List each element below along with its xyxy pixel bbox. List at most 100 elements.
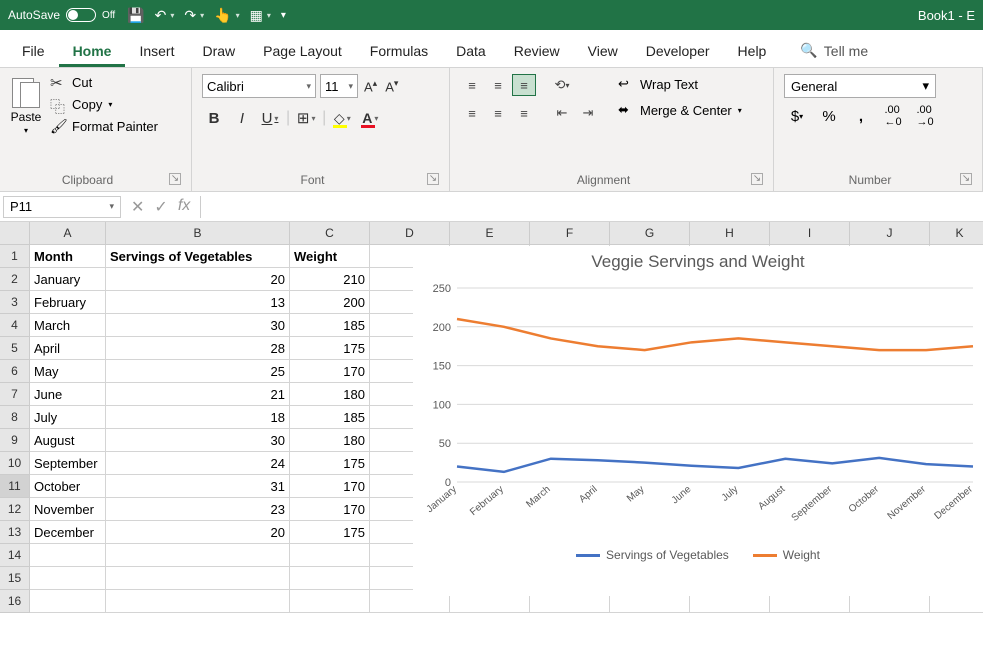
cell[interactable] bbox=[30, 590, 106, 613]
font-color-button[interactable]: ▾ bbox=[358, 106, 382, 130]
cell[interactable]: 170 bbox=[290, 475, 370, 498]
cell[interactable]: 20 bbox=[106, 268, 290, 291]
tab-page-layout[interactable]: Page Layout bbox=[249, 35, 356, 67]
column-header[interactable]: I bbox=[770, 222, 850, 245]
tell-me-search[interactable]: 🔍 Tell me bbox=[786, 34, 882, 67]
column-header[interactable]: G bbox=[610, 222, 690, 245]
column-header[interactable]: B bbox=[106, 222, 290, 245]
cell[interactable]: December bbox=[30, 521, 106, 544]
increase-font-button[interactable]: A▴ bbox=[362, 78, 379, 94]
row-header[interactable]: 3 bbox=[0, 291, 30, 314]
cell[interactable]: January bbox=[30, 268, 106, 291]
paste-button[interactable]: Paste ▾ bbox=[10, 74, 42, 135]
cell[interactable]: May bbox=[30, 360, 106, 383]
align-center-button[interactable]: ≡ bbox=[486, 102, 510, 124]
cell[interactable]: September bbox=[30, 452, 106, 475]
cell[interactable]: 25 bbox=[106, 360, 290, 383]
copy-button[interactable]: Copy ▾ bbox=[50, 96, 158, 112]
cell[interactable] bbox=[106, 544, 290, 567]
align-right-button[interactable]: ≡ bbox=[512, 102, 536, 124]
cell[interactable]: 200 bbox=[290, 291, 370, 314]
row-header[interactable]: 13 bbox=[0, 521, 30, 544]
number-format-combo[interactable]: General▾ bbox=[784, 74, 936, 98]
column-header[interactable]: A bbox=[30, 222, 106, 245]
decrease-indent-button[interactable]: ⇤ bbox=[550, 102, 574, 124]
fx-icon[interactable]: fx bbox=[178, 197, 190, 217]
decrease-decimal-button[interactable]: .00→0 bbox=[912, 104, 938, 128]
cell[interactable]: 21 bbox=[106, 383, 290, 406]
align-bottom-button[interactable]: ≡ bbox=[512, 74, 536, 96]
column-header[interactable]: F bbox=[530, 222, 610, 245]
table-icon[interactable]: ▦ bbox=[250, 7, 263, 24]
cell[interactable]: 18 bbox=[106, 406, 290, 429]
cell[interactable]: 24 bbox=[106, 452, 290, 475]
align-top-button[interactable]: ≡ bbox=[460, 74, 484, 96]
tab-help[interactable]: Help bbox=[724, 35, 781, 67]
cell[interactable]: 20 bbox=[106, 521, 290, 544]
cell[interactable]: 185 bbox=[290, 406, 370, 429]
cell[interactable]: March bbox=[30, 314, 106, 337]
cell[interactable]: 210 bbox=[290, 268, 370, 291]
tab-formulas[interactable]: Formulas bbox=[356, 35, 442, 67]
redo-icon[interactable]: ↷ bbox=[184, 7, 196, 24]
cell[interactable]: 30 bbox=[106, 314, 290, 337]
tab-home[interactable]: Home bbox=[59, 35, 126, 67]
increase-decimal-button[interactable]: .00←0 bbox=[880, 104, 906, 128]
column-header[interactable]: D bbox=[370, 222, 450, 245]
cell[interactable] bbox=[290, 590, 370, 613]
cell[interactable]: 170 bbox=[290, 498, 370, 521]
font-size-combo[interactable]: 11▾ bbox=[320, 74, 358, 98]
cell[interactable]: 175 bbox=[290, 521, 370, 544]
cell[interactable] bbox=[290, 567, 370, 590]
cell[interactable]: 13 bbox=[106, 291, 290, 314]
undo-icon[interactable]: ↶ bbox=[155, 7, 167, 24]
cell[interactable] bbox=[290, 544, 370, 567]
cell[interactable]: February bbox=[30, 291, 106, 314]
row-header[interactable]: 1 bbox=[0, 245, 30, 268]
font-name-combo[interactable]: Calibri▾ bbox=[202, 74, 316, 98]
cell[interactable]: 185 bbox=[290, 314, 370, 337]
cell[interactable]: 175 bbox=[290, 337, 370, 360]
cell[interactable]: June bbox=[30, 383, 106, 406]
tab-data[interactable]: Data bbox=[442, 35, 500, 67]
save-icon[interactable]: 💾 bbox=[127, 7, 144, 24]
formula-input[interactable] bbox=[200, 196, 983, 218]
autosave-switch[interactable] bbox=[66, 8, 96, 22]
cell[interactable]: November bbox=[30, 498, 106, 521]
borders-button[interactable]: ▾ bbox=[294, 106, 318, 130]
orientation-button[interactable]: ⟲▾ bbox=[550, 74, 574, 96]
column-header[interactable]: E bbox=[450, 222, 530, 245]
touch-mode-icon[interactable]: 👆 bbox=[214, 7, 231, 24]
cell[interactable]: Month bbox=[30, 245, 106, 268]
enter-formula-icon[interactable]: ✓ bbox=[154, 197, 167, 217]
cell[interactable] bbox=[30, 567, 106, 590]
cell[interactable]: Weight bbox=[290, 245, 370, 268]
cell[interactable] bbox=[106, 590, 290, 613]
embedded-chart[interactable]: Veggie Servings and Weight 0501001502002… bbox=[413, 246, 983, 596]
row-header[interactable]: 14 bbox=[0, 544, 30, 567]
column-header[interactable]: H bbox=[690, 222, 770, 245]
cell[interactable]: 170 bbox=[290, 360, 370, 383]
cell[interactable]: August bbox=[30, 429, 106, 452]
underline-button[interactable]: U▾ bbox=[258, 106, 282, 130]
row-header[interactable]: 5 bbox=[0, 337, 30, 360]
row-header[interactable]: 7 bbox=[0, 383, 30, 406]
merge-center-button[interactable]: Merge & Center ▾ bbox=[614, 100, 746, 120]
cell[interactable]: October bbox=[30, 475, 106, 498]
row-header[interactable]: 15 bbox=[0, 567, 30, 590]
clipboard-dialog-launcher[interactable]: ↘ bbox=[169, 173, 181, 185]
format-painter-button[interactable]: Format Painter bbox=[50, 118, 158, 134]
percent-format-button[interactable]: % bbox=[816, 104, 842, 128]
cell[interactable] bbox=[106, 567, 290, 590]
tab-review[interactable]: Review bbox=[500, 35, 574, 67]
column-header[interactable]: K bbox=[930, 222, 983, 245]
cell[interactable]: 180 bbox=[290, 383, 370, 406]
row-header[interactable]: 16 bbox=[0, 590, 30, 613]
accounting-format-button[interactable]: $ ▾ bbox=[784, 104, 810, 128]
select-all-corner[interactable] bbox=[0, 222, 30, 245]
cell[interactable] bbox=[30, 544, 106, 567]
tab-file[interactable]: File bbox=[8, 35, 59, 67]
alignment-dialog-launcher[interactable]: ↘ bbox=[751, 173, 763, 185]
tab-insert[interactable]: Insert bbox=[125, 35, 188, 67]
column-header[interactable]: C bbox=[290, 222, 370, 245]
